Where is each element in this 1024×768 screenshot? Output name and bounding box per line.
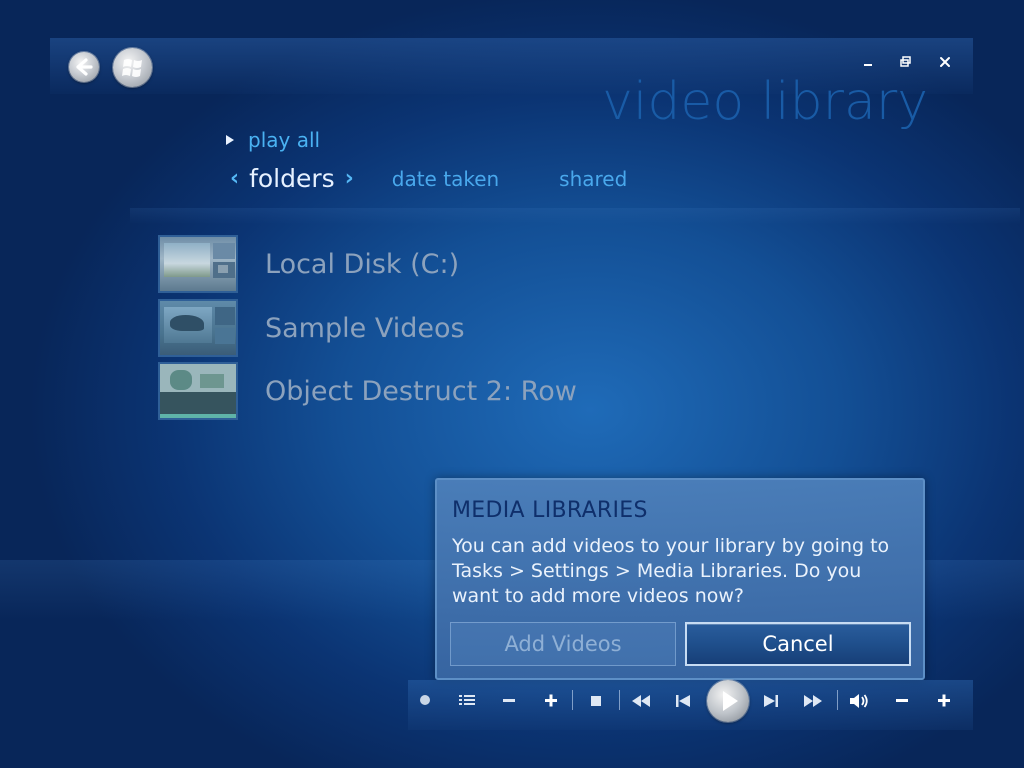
chevron-right-icon: › xyxy=(344,166,354,191)
tab-date-taken[interactable]: date taken xyxy=(392,167,499,191)
list-item[interactable]: Object Destruct 2: Row xyxy=(158,362,577,420)
next-button[interactable] xyxy=(758,692,784,718)
list-item-label: Object Destruct 2: Row xyxy=(265,375,577,407)
volume-up-icon xyxy=(938,694,950,707)
list-item[interactable]: Local Disk (C:) xyxy=(158,235,459,293)
stop-button[interactable] xyxy=(583,692,609,718)
rewind-button[interactable] xyxy=(628,692,654,718)
minimize-button[interactable] xyxy=(857,52,879,72)
plus-button[interactable] xyxy=(538,692,564,718)
fast-forward-button[interactable] xyxy=(800,692,826,718)
list-item[interactable]: Sample Videos xyxy=(158,299,465,357)
volume-up-button[interactable] xyxy=(931,692,957,718)
list-item-label: Sample Videos xyxy=(265,312,465,344)
previous-button[interactable] xyxy=(670,692,696,718)
list-button[interactable] xyxy=(454,692,480,718)
dialog-message: You can add videos to your library by go… xyxy=(452,535,890,607)
record-button[interactable] xyxy=(412,692,438,718)
dialog-title: MEDIA LIBRARIES xyxy=(452,498,648,523)
video-thumbnail xyxy=(158,362,238,420)
rewind-icon xyxy=(632,695,650,707)
chevron-left-icon: ‹ xyxy=(230,166,240,191)
add-videos-button[interactable]: Add Videos xyxy=(450,622,676,666)
list-item-label: Local Disk (C:) xyxy=(265,248,460,280)
volume-icon xyxy=(850,694,868,708)
restore-icon xyxy=(900,56,911,67)
minus-icon xyxy=(503,699,515,702)
close-button[interactable] xyxy=(934,52,956,72)
volume-down-button[interactable] xyxy=(889,692,915,718)
separator xyxy=(619,690,620,710)
folder-thumbnail xyxy=(158,235,238,293)
separator xyxy=(837,690,838,710)
record-icon xyxy=(420,695,430,705)
play-all-button[interactable]: play all xyxy=(226,128,320,152)
minus-button[interactable] xyxy=(496,692,522,718)
tab-folders[interactable]: ‹ folders › xyxy=(230,164,354,193)
windows-logo-icon xyxy=(122,59,142,77)
play-icon xyxy=(723,691,738,711)
tab-shared[interactable]: shared xyxy=(559,167,627,191)
divider xyxy=(130,208,1020,224)
plus-icon xyxy=(545,694,557,707)
previous-icon xyxy=(676,695,690,707)
separator xyxy=(572,690,573,710)
volume-down-icon xyxy=(896,699,908,702)
play-triangle-icon xyxy=(226,135,234,145)
tab-folders-label: folders xyxy=(249,164,335,193)
volume-button[interactable] xyxy=(846,692,872,718)
restore-button[interactable] xyxy=(895,52,917,72)
view-tabs: ‹ folders › date taken shared xyxy=(230,164,627,193)
next-icon xyxy=(764,695,778,707)
start-button[interactable] xyxy=(113,48,152,87)
stop-icon xyxy=(591,696,601,706)
back-button[interactable] xyxy=(69,52,99,82)
close-icon xyxy=(940,57,950,67)
minimize-icon xyxy=(864,64,872,66)
list-icon xyxy=(459,695,475,705)
fast-forward-icon xyxy=(804,695,822,707)
page-title: video library xyxy=(602,72,928,132)
cancel-button[interactable]: Cancel xyxy=(685,622,911,666)
media-libraries-dialog: MEDIA LIBRARIES You can add videos to yo… xyxy=(435,478,925,680)
play-button[interactable] xyxy=(707,680,749,722)
transport-controls xyxy=(408,680,973,730)
folder-thumbnail xyxy=(158,299,238,357)
play-all-label: play all xyxy=(248,128,321,152)
back-arrow-icon xyxy=(76,58,93,76)
